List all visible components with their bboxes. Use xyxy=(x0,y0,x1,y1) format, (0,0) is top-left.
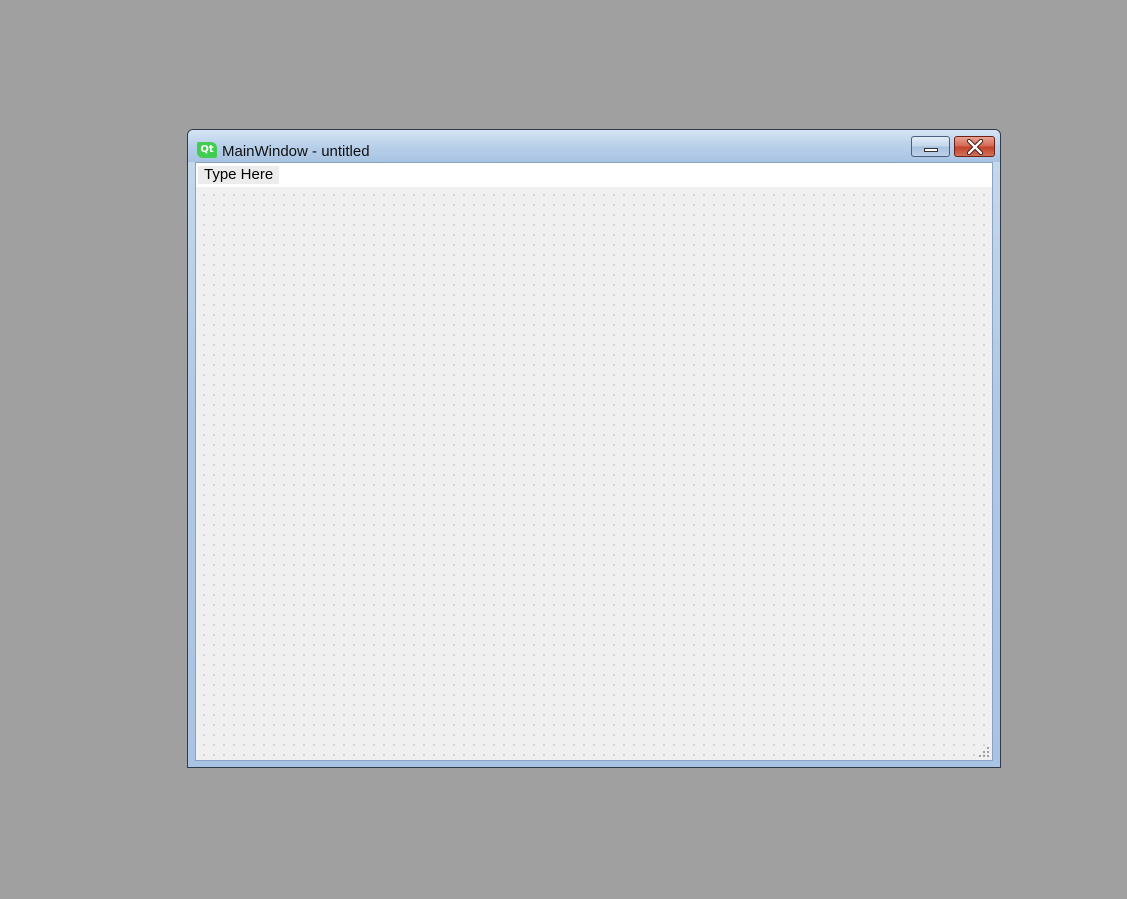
form-design-grid[interactable] xyxy=(196,187,992,760)
menu-bar: Type Here xyxy=(196,163,992,187)
menu-type-here-placeholder[interactable]: Type Here xyxy=(198,166,280,184)
close-icon xyxy=(966,139,984,155)
size-grip-icon[interactable] xyxy=(979,747,990,758)
form-client-area: Type Here xyxy=(195,162,993,761)
minimize-icon xyxy=(924,148,938,152)
close-button[interactable] xyxy=(954,136,995,157)
main-window[interactable]: Qt MainWindow - untitled Type Here xyxy=(187,129,1001,768)
title-bar[interactable]: Qt MainWindow - untitled xyxy=(188,130,1000,162)
desktop-background: Qt MainWindow - untitled Type Here xyxy=(0,0,1127,899)
minimize-button[interactable] xyxy=(911,136,950,157)
qt-logo-icon: Qt xyxy=(197,142,217,158)
window-title: MainWindow - untitled xyxy=(222,143,370,160)
